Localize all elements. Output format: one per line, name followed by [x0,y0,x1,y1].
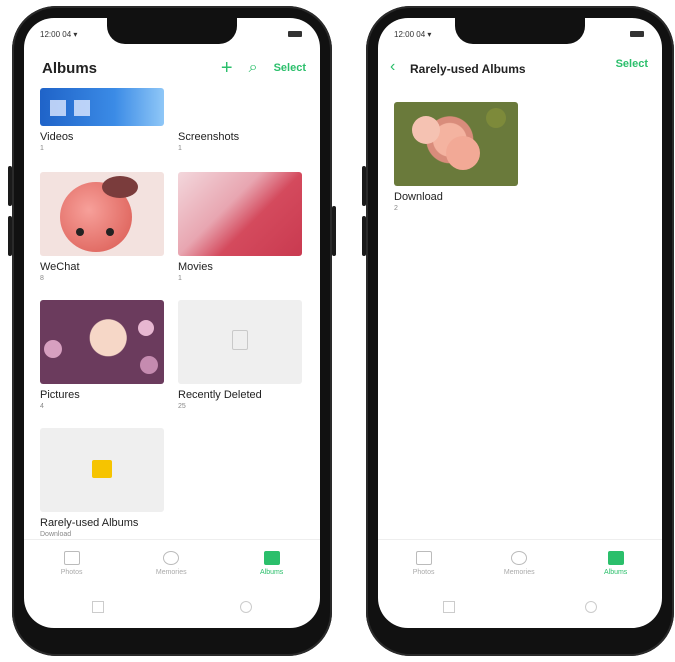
album-thumbnail [40,172,164,256]
album-label: Recently Deleted [178,389,262,401]
select-button[interactable]: Select [274,62,306,74]
album-label: Movies [178,261,213,273]
album-count: 2 [394,205,398,212]
album-count: 1 [178,145,182,152]
trash-icon [232,330,248,350]
tab-photos[interactable]: Photos [412,550,435,576]
tab-albums[interactable]: Albums [603,550,628,576]
memories-icon [511,550,528,565]
tab-label: Memories [155,568,187,576]
tab-label: Albums [259,568,284,576]
album-count: Download [40,531,72,538]
status-time: 12:00 04 ▾ [394,30,432,39]
volume-button [362,216,366,256]
folder-icon [92,460,112,478]
album-screenshots[interactable]: Screenshots 1 [178,88,302,152]
album-label: Pictures [40,389,80,401]
album-label: Rarely-used Albums [40,517,139,529]
volume-button [362,166,366,206]
album-count: 25 [178,403,186,410]
tab-memories[interactable]: Memories [155,550,187,576]
battery-icon [288,31,302,37]
notch [455,18,585,44]
tab-memories[interactable]: Memories [503,550,535,576]
tab-label: Photos [412,568,435,576]
album-rarely-used[interactable]: Rarely-used Albums Download [40,428,164,538]
memories-icon [163,550,180,565]
album-recently-deleted[interactable]: Recently Deleted 25 [178,300,302,410]
album-thumbnail [178,300,302,384]
add-icon[interactable]: + [221,58,233,78]
bottom-tabbar: Photos Memories Albums [378,539,662,586]
screen-rarely-used: 12:00 04 ▾ ‹ Rarely-used Albums Select D… [378,18,662,628]
album-thumbnail [40,88,164,126]
album-thumbnail [394,102,518,186]
search-icon[interactable]: ⌕ [249,59,258,77]
album-label: Download [394,191,443,203]
battery-icon [630,31,644,37]
album-label: WeChat [40,261,80,273]
tab-label: Albums [603,568,628,576]
album-count: 4 [40,403,44,410]
photos-icon [63,550,80,565]
tab-albums[interactable]: Albums [259,550,284,576]
bottom-tabbar: Photos Memories Albums [24,539,320,586]
tab-label: Memories [503,568,535,576]
power-button [332,206,336,256]
album-thumbnail [178,88,302,126]
album-count: 1 [178,275,182,282]
page-title: Albums [42,60,98,77]
album-label: Screenshots [178,131,240,143]
album-wechat[interactable]: WeChat 8 [40,172,164,282]
select-button[interactable]: Select [616,58,648,70]
status-time: 12:00 04 ▾ [40,30,78,39]
notch [107,18,237,44]
album-videos[interactable]: Videos 1 [40,88,164,152]
albums-icon [263,550,280,565]
album-thumbnail [178,172,302,256]
album-thumbnail [40,300,164,384]
album-pictures[interactable]: Pictures 4 [40,300,164,410]
volume-button [8,216,12,256]
system-navbar [24,594,320,620]
recents-button[interactable] [443,601,455,613]
photos-icon [415,550,432,565]
albums-icon [607,550,624,565]
album-thumbnail [40,428,164,512]
album-download[interactable]: Download 2 [394,102,518,212]
phone-left: 12:00 04 ▾ Albums + ⌕ Select Videos 1 Sc… [8,6,336,656]
volume-button [8,166,12,206]
album-count: 8 [40,275,44,282]
phone-right: 12:00 04 ▾ ‹ Rarely-used Albums Select D… [362,6,674,656]
home-button[interactable] [240,601,252,613]
screen-albums: 12:00 04 ▾ Albums + ⌕ Select Videos 1 Sc… [24,18,320,628]
album-label: Videos [40,131,74,143]
album-count: 1 [40,145,44,152]
home-button[interactable] [585,601,597,613]
album-movies[interactable]: Movies 1 [178,172,302,282]
back-arrow-icon[interactable]: ‹ [390,58,395,76]
recents-button[interactable] [92,601,104,613]
tab-label: Photos [60,568,83,576]
system-navbar [378,594,662,620]
tab-photos[interactable]: Photos [60,550,83,576]
page-title: Rarely-used Albums [410,62,526,76]
